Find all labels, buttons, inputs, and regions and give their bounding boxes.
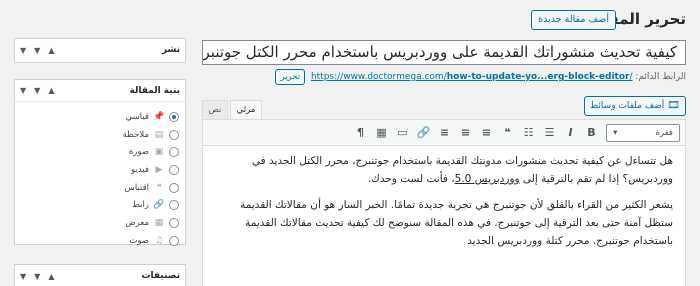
- post-format-option[interactable]: ❝ اقتباس: [21, 179, 179, 197]
- permalink-base: https://www.doctormega.com/: [310, 72, 447, 82]
- post-format-box-title: بنية المقالة: [129, 85, 180, 96]
- publish-box-header[interactable]: ▼ ▼ ▲ نشر: [15, 39, 185, 61]
- bullet-list-icon[interactable]: ☰: [539, 123, 560, 143]
- post-format-box-header[interactable]: ▼ ▼ ▲ بنية المقالة: [15, 80, 185, 102]
- post-format-option[interactable]: ▤ ملاحظة: [21, 126, 179, 144]
- publish-box-title: نشر: [161, 45, 180, 55]
- categories-box-controls: ▼ ▼ ▲: [20, 272, 54, 281]
- numbered-list-icon[interactable]: ☷: [518, 123, 539, 143]
- post-format-label: قياسي: [125, 111, 149, 122]
- post-format-label: ملاحظة: [122, 129, 149, 140]
- align-center-icon[interactable]: ≡: [455, 123, 476, 143]
- permalink-slug: how-to-update-yo...erg-block-editor: [446, 72, 630, 82]
- italic-icon[interactable]: I: [560, 123, 581, 143]
- add-new-post-button[interactable]: أضف مقالة جديدة: [531, 10, 616, 30]
- post-title-input[interactable]: كيفية تحديث منشوراتك القديمة على ووردبري…: [202, 40, 686, 65]
- blockquote-icon[interactable]: ❝: [497, 123, 518, 143]
- media-icon: 🎞: [667, 100, 680, 111]
- post-format-label: فيديو: [131, 164, 149, 175]
- radio-button[interactable]: [169, 147, 179, 158]
- add-media-label: أضف ملفات وسائط: [589, 101, 665, 111]
- toolbar-buttons: B I ☰ ☷ ❝ ≡ ≡ ≡ 🔗 ▭ ▦ ¶: [350, 123, 602, 143]
- categories-box: ▼ ▼ ▲ تصنيفات: [14, 264, 186, 286]
- paragraph-icon[interactable]: ¶: [350, 123, 371, 143]
- permalink-url[interactable]: https://www.doctormega.com/how-to-update…: [311, 72, 633, 82]
- radio-button[interactable]: [169, 200, 179, 211]
- align-right-icon[interactable]: ≡: [434, 123, 455, 143]
- chevron-up-icon[interactable]: ▲: [48, 272, 54, 281]
- bold-icon[interactable]: B: [581, 123, 602, 143]
- image-icon: ▣: [154, 147, 164, 158]
- chevron-down-icon: ▾: [613, 127, 618, 138]
- toolbar-toggle-icon[interactable]: ▦: [371, 123, 392, 143]
- chevron-up-icon[interactable]: ▲: [48, 46, 54, 55]
- post-format-option[interactable]: ▶ فيديو: [21, 161, 179, 179]
- chevron-down-icon[interactable]: ▼: [20, 86, 26, 95]
- link-icon: 🔗: [153, 200, 165, 211]
- chevron-down-icon[interactable]: ▼: [20, 46, 26, 55]
- format-select[interactable]: فقرة ▾: [606, 123, 680, 142]
- permalink-end: /: [629, 72, 633, 82]
- chevron-down-icon[interactable]: ▼: [34, 272, 40, 281]
- post-format-option[interactable]: ▣ صورة: [21, 143, 179, 161]
- paragraph-1: هل تتساءل عن كيفية تحديث منشورات مدونتك …: [215, 152, 673, 188]
- edit-permalink-button[interactable]: تحرير: [275, 69, 306, 85]
- radio-button[interactable]: [169, 182, 179, 193]
- radio-button[interactable]: [169, 164, 179, 175]
- chevron-down-icon[interactable]: ▼: [34, 86, 40, 95]
- quote-icon: ❝: [156, 182, 162, 193]
- publish-box-controls: ▼ ▼ ▲: [20, 46, 54, 55]
- editor: فقرة ▾ B I ☰ ☷ ❝ ≡ ≡ ≡ 🔗 ▭ ▦ ¶ هل تتساءل عن كيفية ت…: [202, 119, 686, 286]
- post-format-label: معرض: [125, 217, 149, 228]
- chevron-up-icon[interactable]: ▲: [48, 86, 54, 95]
- publish-box: ▼ ▼ ▲ نشر: [14, 38, 186, 63]
- radio-button[interactable]: [169, 129, 179, 140]
- video-icon: ▶: [155, 164, 163, 175]
- paragraph-2: يشعر الكثير من القراء بالقلق لأن جوتنبرج…: [240, 199, 673, 247]
- post-format-label: صورة: [128, 147, 149, 158]
- audio-icon: ♫: [154, 235, 164, 246]
- categories-box-title: تصنيفات: [141, 271, 181, 281]
- radio-button[interactable]: [169, 217, 179, 228]
- paragraph-1-end: ، فأنت لست وحدك.: [367, 173, 455, 185]
- post-format-option[interactable]: 📌 قياسي: [21, 108, 179, 126]
- add-media-button[interactable]: 🎞 أضف ملفات وسائط: [583, 96, 686, 116]
- align-left-icon[interactable]: ≡: [476, 123, 497, 143]
- radio-button[interactable]: [169, 235, 179, 246]
- chevron-down-icon[interactable]: ▼: [34, 46, 40, 55]
- more-tag-icon[interactable]: ▭: [392, 123, 413, 143]
- tab-visual[interactable]: مرئي: [230, 100, 262, 120]
- post-format-option[interactable]: ▦ معرض: [21, 214, 179, 232]
- post-format-list: 📌 قياسي ▤ ملاحظة ▣ صورة ▶ فيديو ❝ اقتباس 🔗 رابط ▦ معر…: [15, 102, 185, 250]
- post-format-label: صوت: [129, 235, 149, 246]
- post-format-box-controls: ▼ ▼ ▲: [20, 86, 54, 95]
- tab-text[interactable]: نص: [202, 100, 228, 119]
- chevron-down-icon[interactable]: ▼: [20, 272, 26, 281]
- editor-content[interactable]: هل تتساءل عن كيفية تحديث منشورات مدونتك …: [203, 146, 685, 250]
- link-icon[interactable]: 🔗: [413, 123, 434, 143]
- wordpress-5-link[interactable]: ووردبريس 5.0: [455, 173, 520, 185]
- categories-box-header[interactable]: ▼ ▼ ▲ تصنيفات: [15, 265, 185, 286]
- format-select-value: فقرة: [655, 127, 673, 138]
- permalink-row: الرابط الدائم: https://www.doctormega.co…: [202, 69, 686, 85]
- post-format-box: ▼ ▼ ▲ بنية المقالة 📌 قياسي ▤ ملاحظة ▣ صورة ▶ في…: [14, 79, 186, 246]
- post-format-option[interactable]: 🔗 رابط: [21, 196, 179, 214]
- pin-icon: 📌: [153, 111, 165, 122]
- editor-toolbar: فقرة ▾ B I ☰ ☷ ❝ ≡ ≡ ≡ 🔗 ▭ ▦ ¶: [203, 120, 685, 146]
- post-format-label: رابط: [132, 200, 149, 211]
- post-format-option[interactable]: ♫ صوت: [21, 232, 179, 250]
- radio-button[interactable]: [169, 111, 179, 122]
- aside-icon: ▤: [154, 129, 164, 140]
- permalink-label: الرابط الدائم:: [635, 72, 686, 82]
- post-format-label: اقتباس: [124, 182, 149, 193]
- gallery-icon: ▦: [154, 217, 164, 228]
